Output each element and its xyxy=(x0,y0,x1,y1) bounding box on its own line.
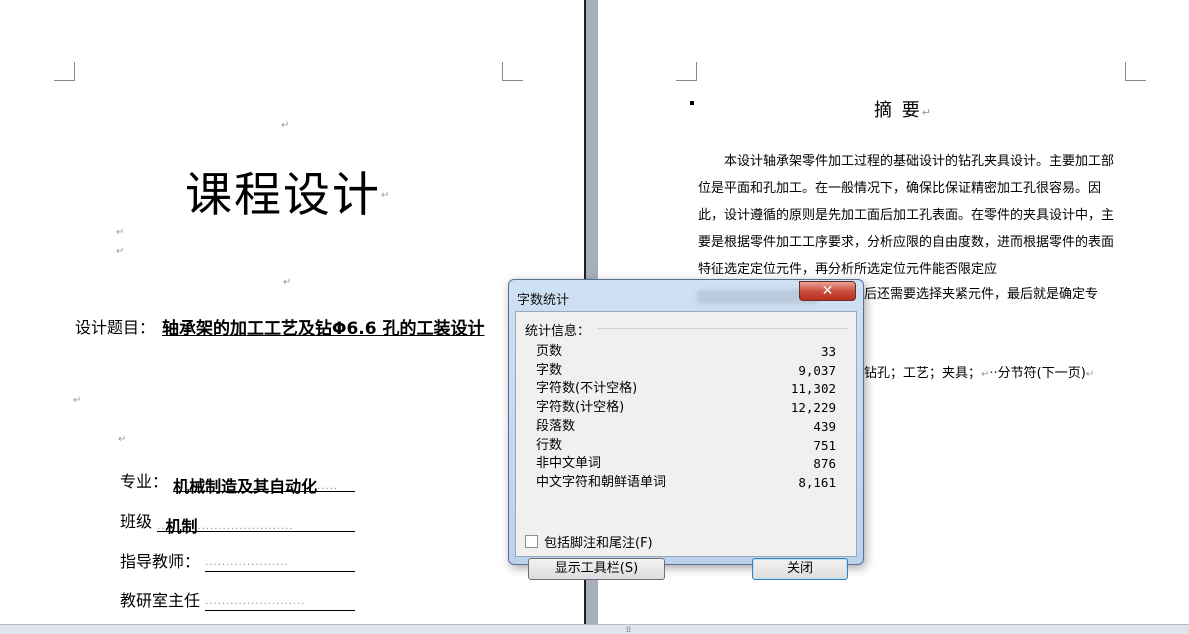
status-strip: ⁞⁞ xyxy=(0,624,1189,634)
field-label: 专业： xyxy=(120,472,169,491)
dialog-title: 字数统计 xyxy=(517,293,570,308)
bullet-mark xyxy=(690,101,694,105)
checkbox-box[interactable] xyxy=(525,535,538,548)
paragraph-mark: ↵ xyxy=(116,227,125,238)
crop-mark xyxy=(676,62,697,81)
document-title: 课程设计 xyxy=(185,168,381,223)
show-toolbar-button[interactable]: 显示工具栏(S) xyxy=(528,558,665,580)
stat-non-chinese-words: 非中文单词 876 xyxy=(536,456,836,472)
abstract-heading: 摘 要↵ xyxy=(874,100,933,121)
stat-chars-with-space: 字符数(计空格) 12,229 xyxy=(536,400,836,416)
stat-words: 字数 9,037 xyxy=(536,362,836,378)
stat-chars-no-space: 字符数(不计空格) 11,302 xyxy=(536,381,836,397)
keywords-line: 钻孔；工艺；夹具；↵··分节符(下一页)↵ xyxy=(864,366,1095,381)
dialog-body: 统计信息： 页数 33 字数 9,037 字符数(不计空格) 11,302 字符数(计… xyxy=(515,311,857,580)
section-divider xyxy=(598,328,848,329)
word-count-dialog: 字数统计 ✕ 统计信息： 页数 33 字数 9,037 字符数(不计空格) 11,30… xyxy=(508,279,864,580)
field-label: 班级 xyxy=(120,512,153,531)
field-advisor: 指导教师： ···················· xyxy=(120,548,356,572)
close-icon[interactable]: ✕ xyxy=(799,281,856,301)
paragraph-mark: ↵ xyxy=(283,277,292,288)
paragraph-mark: ↵ xyxy=(281,120,290,131)
stat-paragraphs: 段落数 439 xyxy=(536,418,836,434)
field-value: 机械制造及其自动化····· xyxy=(173,473,356,496)
crop-mark xyxy=(502,62,523,81)
abstract-body-tail: 后还需要选择夹紧元件，最后就是确定专 xyxy=(864,287,1099,302)
include-footnotes-checkbox[interactable]: 包括脚注和尾注(F) xyxy=(525,532,653,551)
paragraph-mark: ↵ xyxy=(118,434,127,445)
field-major: 专业： 机械制造及其自动化····· xyxy=(120,468,356,496)
field-value: ··机制······················· xyxy=(157,513,356,536)
field-label: 指导教师： xyxy=(120,552,201,571)
close-button[interactable]: 关闭 xyxy=(752,558,848,580)
topic-value: 轴承架的加工工艺及钻Φ6.6 孔的工装设计 xyxy=(162,319,485,339)
field-value: ························ xyxy=(205,592,356,611)
crop-mark xyxy=(54,62,75,81)
field-label: 教研室主任 xyxy=(120,591,201,610)
paragraph-mark: ↵ xyxy=(73,395,82,406)
stats-list: 页数 33 字数 9,037 字符数(不计空格) 11,302 字符数(计空格) 12,… xyxy=(536,343,836,493)
stat-pages: 页数 33 xyxy=(536,344,836,359)
crop-mark xyxy=(1125,62,1146,81)
paragraph-mark: ↵ xyxy=(116,246,125,257)
stat-lines: 行数 751 xyxy=(536,437,836,453)
abstract-body: 本设计轴承架零件加工过程的基础设计的钻孔夹具设计。主要加工部位是平面和孔加工。在… xyxy=(698,154,1115,277)
field-director: 教研室主任 ························ xyxy=(120,587,356,611)
field-class: 班级 ··机制······················· xyxy=(120,508,356,536)
section-break: 分节符(下一页) xyxy=(997,366,1086,381)
stats-section-label: 统计信息： xyxy=(525,324,591,339)
resize-grip-icon[interactable]: ⁞⁞ xyxy=(626,626,631,634)
topic-label: 设计题目： xyxy=(75,318,156,337)
stat-cjk-chars: 中文字符和朝鲜语单词 8,161 xyxy=(536,474,836,490)
paragraph-mark: ↵ xyxy=(381,190,390,201)
field-value: ···················· xyxy=(205,553,356,572)
document-page-left[interactable]: ↵ 课程设计 ↵ ↵ ↵ ↵ 设计题目： 轴承架的加工工艺及钻Φ6.6 孔的工装… xyxy=(0,0,584,634)
